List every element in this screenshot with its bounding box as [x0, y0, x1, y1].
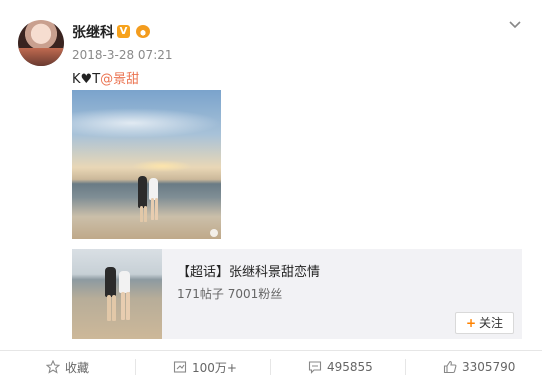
repost-button[interactable]: 100万+ — [173, 357, 237, 377]
supertopic-card[interactable]: 【超话】张继科景甜恋情 171帖子 7001粉丝 + 关注 — [72, 249, 522, 339]
action-bar: 收藏 100万+ 495855 3305790 — [0, 351, 542, 384]
like-icon — [443, 360, 457, 374]
like-count: 3305790 — [462, 360, 516, 374]
post-text: K♥T@景甜 — [72, 68, 139, 87]
favorite-button[interactable]: 收藏 — [46, 357, 89, 377]
separator — [405, 359, 406, 375]
watermark-icon — [210, 229, 218, 237]
comment-count: 495855 — [327, 360, 373, 374]
crown-icon — [136, 25, 150, 38]
supertopic-thumbnail — [72, 249, 162, 339]
separator — [270, 359, 271, 375]
separator — [135, 359, 136, 375]
supertopic-title[interactable]: 【超话】张继科景甜恋情 — [177, 261, 320, 280]
verified-badge: V — [117, 25, 130, 38]
follow-button[interactable]: + 关注 — [455, 312, 514, 334]
like-button[interactable]: 3305790 — [443, 357, 515, 377]
mention-link[interactable]: @景甜 — [100, 72, 139, 87]
follow-label: 关注 — [479, 316, 504, 330]
repost-icon — [173, 361, 187, 373]
post-text-prefix: K — [72, 72, 81, 87]
plus-icon: + — [465, 316, 477, 330]
post-timestamp[interactable]: 2018-3-28 07:21 — [72, 48, 173, 62]
favorite-label: 收藏 — [65, 360, 90, 375]
post-text-middle: T — [92, 72, 101, 87]
comment-button[interactable]: 495855 — [308, 357, 373, 377]
comment-icon — [308, 361, 322, 374]
weibo-post-card: 张继科 V 2018-3-28 07:21 K♥T@景甜 【超话】张继科景甜恋情… — [0, 0, 542, 384]
repost-count: 100万+ — [192, 360, 237, 375]
chevron-down-icon[interactable] — [507, 16, 523, 32]
post-photo[interactable] — [72, 90, 221, 239]
star-icon — [46, 360, 60, 374]
avatar[interactable] — [18, 20, 64, 66]
heart-glyph: ♥ — [80, 72, 93, 87]
supertopic-stats: 171帖子 7001粉丝 — [177, 287, 283, 301]
username[interactable]: 张继科 — [72, 22, 114, 42]
